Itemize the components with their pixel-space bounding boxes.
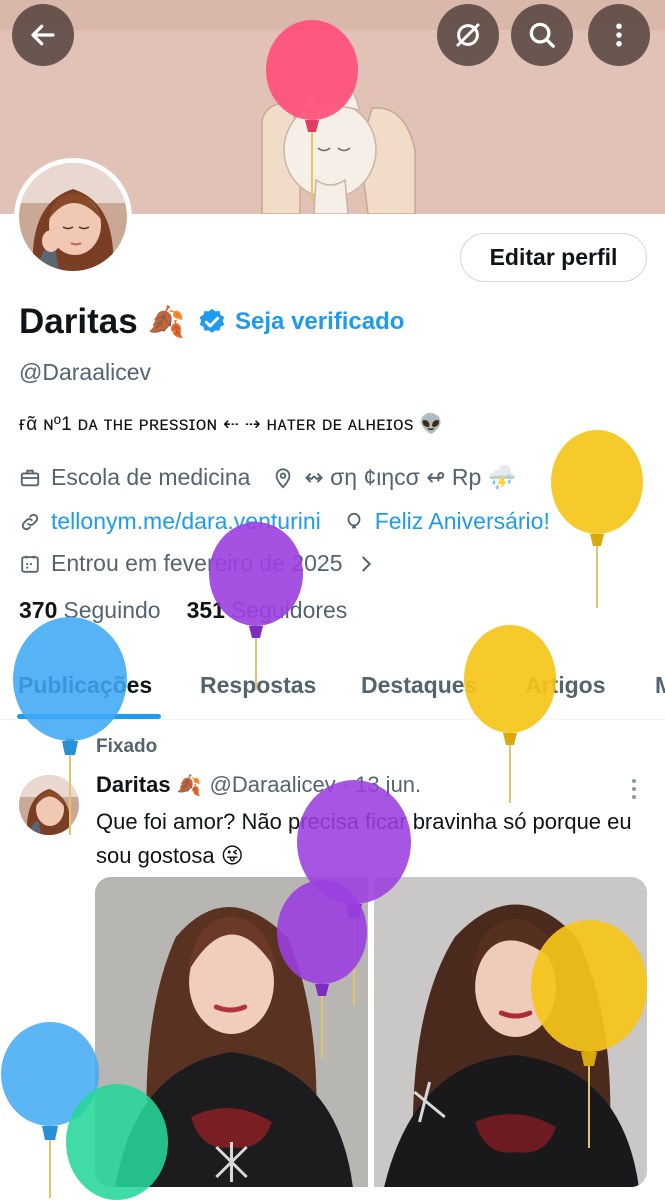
profile-meta-row-2: tellonym.me/dara.venturini Feliz Anivers…: [19, 508, 572, 535]
back-button[interactable]: [12, 4, 74, 66]
following-label: Seguindo: [63, 597, 161, 623]
photo-1-image: [95, 877, 368, 1187]
website-link[interactable]: tellonym.me/dara.venturini: [51, 508, 321, 535]
post-avatar-photo: [19, 775, 79, 835]
profile-avatar[interactable]: [14, 158, 132, 276]
tab-articles[interactable]: Artigos: [525, 672, 606, 699]
post-header: Daritas 🍂 @Daraalicev · 13 jun.: [96, 772, 421, 798]
pinned-label: Fixado: [96, 736, 158, 757]
balloon-blue-2: [0, 1022, 100, 1200]
tab-highlights[interactable]: Destaques: [361, 672, 477, 699]
profile-name-row: Daritas 🍂 Seja verificado: [19, 298, 404, 346]
search-button[interactable]: [511, 4, 573, 66]
pinned-indicator: Fixado: [60, 736, 157, 758]
post-author-avatar[interactable]: [19, 775, 79, 835]
profile-meta-row-1: Escola de medicina ↭ ση ¢ιηcσ ↫ Rp ⛈️: [19, 464, 538, 491]
joined-text: Entrou em fevereiro de 2025: [51, 550, 343, 576]
post-date[interactable]: 13 jun.: [355, 772, 421, 798]
birthday-link[interactable]: Feliz Aniversário!: [375, 508, 550, 535]
profile-handle: @Daraalicev: [19, 359, 152, 385]
job-text: Escola de medicina: [51, 464, 251, 490]
followers-count: 351: [186, 597, 225, 623]
post-separator: ·: [341, 772, 350, 797]
website-item[interactable]: tellonym.me/dara.venturini: [19, 508, 321, 535]
get-verified-link[interactable]: Seja verificado: [235, 308, 404, 336]
search-icon: [529, 22, 555, 48]
profile-bio: ғᾶ ɴº1 ᴅᴀ ᴛʜᴇ ᴘʀᴇssɪᴏɴ ⇠ ⇢ ʜᴀᴛᴇʀ ᴅᴇ ᴀʟʜᴇ…: [19, 414, 444, 435]
pin-icon: [63, 738, 77, 755]
profile-name: Daritas: [19, 302, 138, 341]
follow-stats: 370 Seguindo 351 Seguidores: [19, 597, 373, 624]
location-pin-icon: [276, 467, 291, 488]
post-photo-1[interactable]: [95, 877, 368, 1187]
avatar-photo: [19, 163, 127, 271]
arrow-left-icon: [31, 24, 55, 46]
followers-stat[interactable]: 351 Seguidores: [187, 597, 348, 624]
post-photo-2[interactable]: [374, 877, 647, 1187]
more-button[interactable]: [588, 4, 650, 66]
leaf-emoji: 🍂: [147, 305, 186, 339]
birthday-item[interactable]: Feliz Aniversário!: [343, 508, 550, 535]
tab-media[interactable]: M: [655, 672, 665, 699]
job-item: Escola de medicina: [19, 464, 250, 491]
link-icon: [21, 513, 39, 530]
followers-label: Seguidores: [230, 597, 348, 623]
following-stat[interactable]: 370 Seguindo: [19, 597, 161, 624]
more-vertical-icon: [616, 23, 622, 47]
post-more-icon[interactable]: [630, 778, 638, 800]
active-tab-indicator: [17, 714, 161, 719]
no-grok-icon: [456, 23, 480, 47]
profile-tabs: Publicações Respostas Destaques Artigos …: [0, 650, 665, 720]
edit-profile-button[interactable]: Editar perfil: [460, 233, 647, 282]
calendar-icon: [21, 555, 39, 573]
no-grok-button[interactable]: [437, 4, 499, 66]
following-count: 370: [19, 597, 58, 623]
post-text: Que foi amor? Não precisa ficar bravinha…: [96, 809, 632, 868]
tab-posts[interactable]: Publicações: [18, 672, 152, 699]
location-item: ↭ ση ¢ιηcσ ↫ Rp ⛈️: [272, 464, 516, 491]
photo-2-image: [374, 877, 647, 1187]
post-author-name[interactable]: Daritas: [96, 772, 171, 798]
post-media[interactable]: [95, 877, 647, 1187]
post-author-emoji: 🍂: [176, 774, 202, 797]
post-author-handle[interactable]: @Daraalicev: [210, 772, 336, 798]
briefcase-icon: [20, 469, 40, 486]
tab-replies[interactable]: Respostas: [200, 672, 316, 699]
balloon-icon: [347, 512, 361, 528]
location-text: ↭ ση ¢ιηcσ ↫ Rp ⛈️: [304, 464, 517, 490]
verified-badge-icon: [199, 308, 225, 333]
profile-meta-row-3[interactable]: Entrou em fevereiro de 2025: [19, 550, 377, 577]
chevron-right-icon: [361, 556, 371, 571]
